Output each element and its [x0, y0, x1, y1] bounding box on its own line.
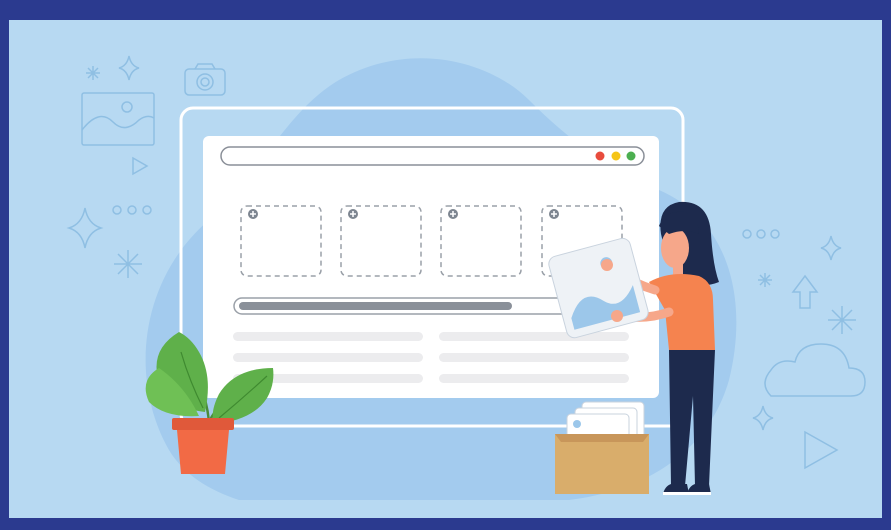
- cloud-icon: [764, 343, 866, 397]
- text-placeholder: [439, 374, 629, 383]
- text-placeholder: [233, 332, 423, 341]
- illustration-canvas: [9, 20, 882, 518]
- text-placeholder: [439, 353, 629, 362]
- camera-icon: [184, 63, 226, 96]
- plant-pot-rim: [172, 418, 234, 430]
- play-icon: [132, 156, 149, 176]
- text-placeholder: [439, 332, 629, 341]
- ellipsis-icon: [112, 205, 152, 215]
- play-icon: [804, 430, 839, 470]
- arrow-up-icon: [791, 274, 819, 309]
- ellipsis-icon: [742, 229, 780, 239]
- outer-frame: [0, 0, 891, 530]
- sparkle-icon: [828, 306, 856, 334]
- text-placeholder: [233, 353, 423, 362]
- address-bar: [220, 146, 645, 166]
- star-icon: [820, 235, 842, 261]
- image-icon: [81, 92, 155, 146]
- sparkle-icon: [86, 66, 100, 80]
- window-dot-red: [595, 151, 605, 161]
- sparkle-icon: [758, 273, 772, 287]
- window-dot-yellow: [611, 151, 621, 161]
- plant-pot: [177, 430, 229, 474]
- star-icon: [118, 55, 140, 81]
- sparkle-icon: [114, 250, 142, 278]
- progress-fill: [239, 302, 512, 310]
- star-icon: [752, 405, 774, 431]
- illustration-svg: [66, 55, 866, 501]
- window-dot-green: [626, 151, 636, 161]
- star-icon: [66, 207, 104, 249]
- photo-box: [555, 401, 649, 494]
